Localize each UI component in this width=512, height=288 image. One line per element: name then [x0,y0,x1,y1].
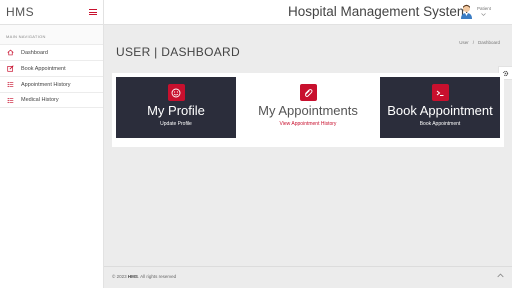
breadcrumb-separator: / [472,40,474,45]
book-appointment-link[interactable]: Book Appointment [380,121,500,127]
home-icon [6,49,14,57]
breadcrumb-item-user[interactable]: User [459,40,469,45]
update-profile-link[interactable]: Update Profile [116,121,236,127]
card-my-profile: My Profile Update Profile [116,77,236,138]
user-avatar-icon[interactable] [460,4,473,19]
sidebar: HMS MAIN NAVIGATION Dashboard Book Appoi… [0,0,104,288]
paperclip-icon [299,84,317,101]
top-bar: Hospital Management System Patient [104,0,512,25]
sidebar-item-label: Appointment History [21,81,71,88]
page-title: USER | DASHBOARD [116,45,240,59]
chevron-up-icon[interactable] [497,273,504,278]
brand-logo: HMS [6,5,35,19]
sidebar-item-dashboard[interactable]: Dashboard [0,44,103,60]
user-role-label[interactable]: Patient [477,6,491,11]
dashboard-panel: My Profile Update Profile My Appointment… [112,73,504,147]
breadcrumb-item-dashboard: Dashboard [477,40,500,45]
card-book-appointment: Book Appointment Book Appointment [380,77,500,138]
card-title: My Appointments [258,103,358,118]
menu-toggle-icon[interactable] [89,9,97,15]
list-icon [6,81,14,89]
card-my-appointments: My Appointments View Appointment History [248,77,368,138]
list-icon [6,96,14,104]
main-content: USER | DASHBOARD User / Dashboard My Pro… [104,26,512,262]
sidebar-item-appointment-history[interactable]: Appointment History [0,76,103,92]
sidebar-item-label: Book Appointment [21,65,66,72]
sidebar-item-label: Medical History [21,97,59,103]
card-title: My Profile [147,103,205,118]
terminal-icon [431,84,449,101]
breadcrumb: User / Dashboard [459,40,500,45]
nav-caption: MAIN NAVIGATION [0,25,103,44]
card-title: Book Appointment [387,103,493,118]
sidebar-item-label: Dashboard [21,49,48,56]
copyright-text: © 2023 HMS. All rights reserved [112,274,177,279]
footer: © 2023 HMS. All rights reserved [104,266,512,288]
brand-bar: HMS [0,0,103,25]
edit-icon [6,65,14,73]
view-appointment-history-link[interactable]: View Appointment History [248,121,368,127]
sidebar-item-book-appointment[interactable]: Book Appointment [0,60,103,76]
smiley-icon [167,84,185,101]
chevron-down-icon[interactable] [481,13,486,16]
sidebar-item-medical-history[interactable]: Medical History [0,92,103,108]
app-title: Hospital Management System [288,4,469,19]
